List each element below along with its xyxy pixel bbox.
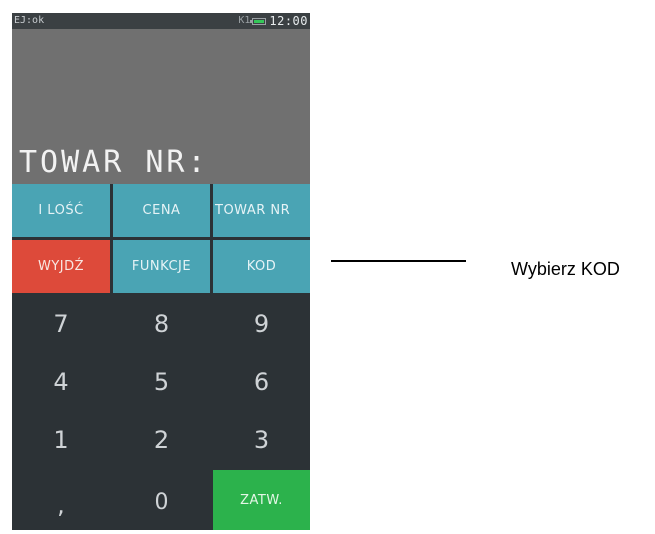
key-0[interactable]: 0 xyxy=(113,470,210,525)
key-2[interactable]: 2 xyxy=(113,412,210,467)
status-right: K1 12:00 xyxy=(238,13,308,29)
annotation-label: Wybierz KOD xyxy=(511,259,620,279)
key-8[interactable]: 8 xyxy=(113,296,210,351)
key-4[interactable]: 4 xyxy=(12,354,110,409)
status-bar: EJ:ok K1 12:00 xyxy=(12,13,310,29)
clock: 12:00 xyxy=(269,14,308,28)
key-5[interactable]: 5 xyxy=(113,354,210,409)
code-key[interactable]: KOD xyxy=(213,240,310,293)
keyboard-indicator: K1 xyxy=(238,15,251,26)
annotation-pointer-line xyxy=(331,260,466,262)
key-6[interactable]: 6 xyxy=(213,354,310,409)
confirm-key[interactable]: ZATW. xyxy=(213,470,310,530)
comma-key[interactable]: , xyxy=(12,470,110,525)
battery-icon xyxy=(250,17,267,25)
quantity-key[interactable]: I LOŚĆ xyxy=(12,184,110,237)
display-area: TOWAR NR: xyxy=(12,29,310,184)
exit-key[interactable]: WYJDŹ xyxy=(12,240,110,293)
key-3[interactable]: 3 xyxy=(213,412,310,467)
ej-status: EJ:ok xyxy=(14,15,45,26)
functions-key[interactable]: FUNKCJE xyxy=(113,240,210,293)
cash-register-screen: EJ:ok K1 12:00 TOWAR NR: I LOŚĆ CENA TOW… xyxy=(12,13,310,530)
display-prompt: TOWAR NR: xyxy=(19,145,209,180)
item-number-key[interactable]: TOWAR NR xyxy=(213,184,310,237)
key-7[interactable]: 7 xyxy=(12,296,110,351)
key-1[interactable]: 1 xyxy=(12,412,110,467)
key-9[interactable]: 9 xyxy=(213,296,310,351)
price-key[interactable]: CENA xyxy=(113,184,210,237)
